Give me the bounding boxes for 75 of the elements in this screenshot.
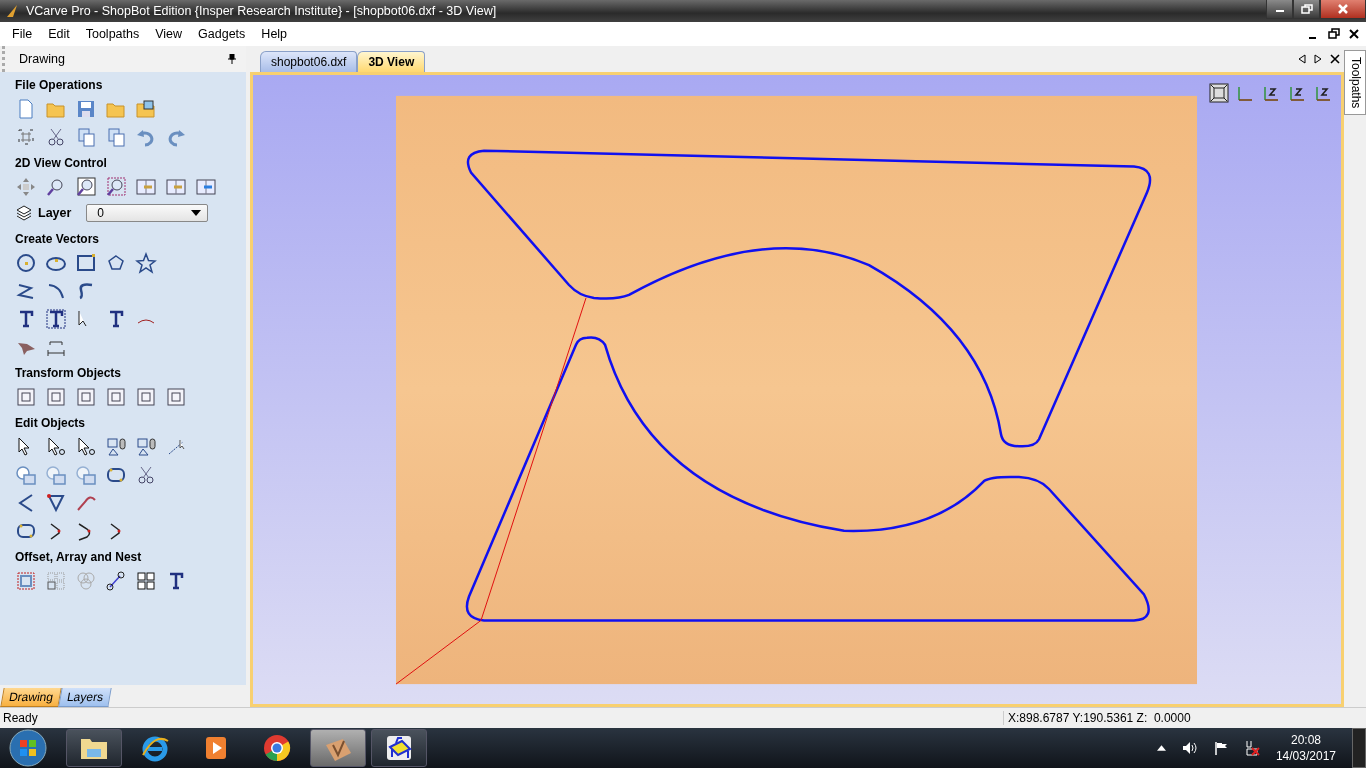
clock-time: 20:08 [1290,733,1321,747]
section-title: Transform Objects [15,366,123,380]
triangle-icon[interactable] [45,492,67,514]
vcarve-taskbar-button[interactable] [310,729,366,767]
zoom-box-icon[interactable] [105,176,127,198]
folder-image-icon[interactable] [135,98,157,120]
restore-icon[interactable] [1328,28,1340,40]
circle-icon[interactable] [15,252,37,274]
close-button[interactable] [1320,0,1366,19]
menu-item[interactable]: Help [253,27,296,41]
network-disconnected-icon[interactable] [1243,740,1260,756]
layer-dropdown[interactable]: 0 [86,204,209,222]
panel-icon[interactable] [135,176,157,198]
menu-item[interactable]: Edit [40,27,78,41]
menu-item[interactable]: View [147,27,191,41]
copy-icon[interactable] [75,126,97,148]
offset-square-icon[interactable] [15,570,37,592]
minimize-button[interactable] [1266,0,1293,19]
status-message: Ready [2,711,39,725]
document-tab[interactable]: shopbot06.dxf [260,51,358,72]
ungroup-icon[interactable] [135,436,157,458]
menu-item[interactable]: Toolpaths [77,27,148,41]
section-title: Create Vectors [15,232,101,246]
paste-icon[interactable] [105,126,127,148]
taskbar-clock[interactable]: 20:08 14/03/2017 [1275,733,1336,763]
pan-arrows-icon[interactable] [15,176,37,198]
dropdown-caret-icon [191,210,202,216]
panel-title: Drawing [19,52,65,66]
panel-tab[interactable]: Layers [58,688,112,707]
select-frame-icon[interactable] [15,126,37,148]
browser-icon [262,733,292,763]
scissors-icon[interactable] [45,126,67,148]
close-icon [1337,4,1349,14]
move-pointer-icon[interactable] [75,436,97,458]
document-tab[interactable]: 3D View [357,51,426,72]
panel-tab[interactable]: Drawing [0,688,62,707]
section-title: File Operations [15,78,104,92]
text-box-icon[interactable] [45,308,67,330]
start-button[interactable] [8,728,48,768]
file-explorer-taskbar-button[interactable] [66,729,122,767]
weld-icon[interactable] [15,464,37,486]
scissors-icon[interactable] [135,464,157,486]
machine-table-icon [384,733,414,763]
menu-item[interactable]: File [4,27,41,41]
section-title: Edit Objects [15,416,86,430]
scroll-right-icon[interactable] [1314,54,1322,64]
show-desktop-button[interactable] [1352,728,1366,768]
flag-icon[interactable] [1213,741,1228,755]
show-hidden-icons-icon[interactable] [1156,745,1166,751]
close-icon[interactable] [1330,54,1340,64]
layers-icon [15,204,33,222]
node-pointer-icon[interactable] [45,436,67,458]
section-title: Offset, Array and Nest [15,550,143,564]
window-title: VCarve Pro - ShopBot Edition {Insper Research Institute} - [shopbot06.dxf - 3D View] [26,4,498,18]
cursor-coordinates: X:898.6787 Y:190.5361 Z: 0.0000 [1003,711,1191,725]
scroll-left-icon[interactable] [1298,54,1306,64]
rectangle-icon[interactable] [75,252,97,274]
letter-grid-icon[interactable] [135,570,157,592]
restore-button[interactable] [1293,0,1320,19]
restore-icon [1300,4,1313,14]
zoom-frame-icon[interactable] [75,176,97,198]
close-icon[interactable] [1348,28,1360,40]
star-icon[interactable] [135,252,157,274]
layer-label: Layer [38,206,72,220]
zoom-extents-icon[interactable] [1209,83,1229,103]
speaker-icon[interactable] [1181,741,1198,755]
section-title: 2D View Control [15,156,108,170]
pin-icon[interactable] [228,54,236,64]
toolpaths-tab[interactable]: Toolpaths [1344,50,1366,116]
path-nodes-icon[interactable] [105,570,127,592]
shopbot-taskbar-button[interactable] [371,729,427,767]
panel-icon[interactable] [165,176,187,198]
clock-date: 14/03/2017 [1275,749,1336,763]
menu-item[interactable]: Gadgets [190,27,254,41]
group-icon[interactable] [105,436,127,458]
